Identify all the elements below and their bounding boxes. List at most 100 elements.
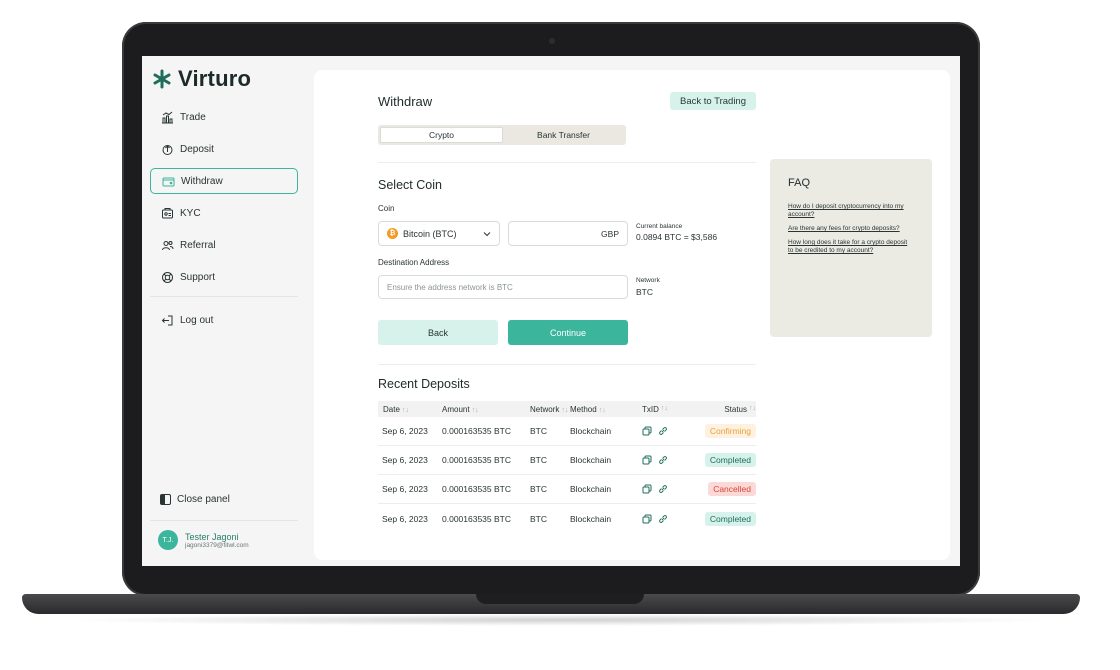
amount-currency: GBP bbox=[601, 228, 619, 239]
link-icon[interactable] bbox=[658, 455, 668, 465]
column-header-network[interactable]: Network ↑↓ bbox=[530, 405, 570, 414]
brand-name: Virturo bbox=[178, 66, 252, 91]
sidebar-item-referral[interactable]: Referral bbox=[150, 232, 298, 258]
withdraw-tabs: Crypto Bank Transfer bbox=[378, 125, 626, 145]
destination-address-input[interactable]: Ensure the address network is BTC bbox=[378, 275, 628, 299]
link-icon[interactable] bbox=[658, 426, 668, 436]
back-to-trading-button[interactable]: Back to Trading bbox=[670, 92, 756, 110]
logout-label: Log out bbox=[180, 314, 214, 326]
sort-icon: ↑↓ bbox=[561, 406, 569, 414]
user-name: Tester Jagoni bbox=[185, 531, 239, 542]
network-value: BTC bbox=[636, 287, 653, 297]
cell-amount: 0.000163535 BTC bbox=[442, 484, 511, 494]
camera-dot bbox=[549, 38, 555, 44]
table-row: Sep 6, 2023 0.000163535 BTC BTC Blockcha… bbox=[378, 446, 756, 475]
column-header-amount[interactable]: Amount ↑↓ bbox=[442, 405, 530, 414]
tab-bank-transfer[interactable]: Bank Transfer bbox=[503, 127, 624, 143]
sort-icon: ↑↓ bbox=[401, 406, 409, 414]
copy-icon[interactable] bbox=[642, 455, 652, 465]
sidebar-item-label: Deposit bbox=[180, 143, 214, 155]
sidebar-nav: Trade Deposit Withdraw KYC Referral Supp… bbox=[150, 104, 298, 339]
faq-panel: FAQ How do I deposit cryptocurrency into… bbox=[770, 159, 932, 337]
status-badge: Confirming bbox=[704, 424, 756, 438]
column-header-status[interactable]: Status ↑↓ bbox=[686, 405, 756, 414]
sort-icon: ↑↓ bbox=[598, 406, 606, 414]
logout-button[interactable]: Log out bbox=[150, 307, 298, 333]
sidebar-item-label: Withdraw bbox=[181, 175, 223, 187]
balance-value: 0.0894 BTC = $3,586 bbox=[636, 232, 718, 242]
cell-network: BTC bbox=[530, 484, 547, 494]
wallet-icon bbox=[161, 174, 175, 188]
close-panel-label: Close panel bbox=[177, 494, 230, 505]
cell-amount: 0.000163535 BTC bbox=[442, 426, 511, 436]
cell-method: Blockchain bbox=[570, 513, 612, 524]
cell-amount: 0.000163535 BTC bbox=[442, 455, 511, 465]
status-badge: Completed bbox=[704, 511, 756, 526]
id-icon bbox=[160, 206, 174, 220]
coin-select[interactable]: ₿ Bitcoin (BTC) bbox=[378, 221, 500, 246]
page-title: Withdraw bbox=[378, 94, 433, 109]
faq-link[interactable]: Are there any fees for crypto deposits? bbox=[788, 225, 914, 233]
network-label: Network bbox=[636, 277, 660, 284]
section-divider bbox=[378, 162, 756, 163]
amount-input[interactable]: GBP bbox=[508, 221, 628, 246]
cell-status: Cancelled bbox=[686, 482, 756, 496]
copy-icon[interactable] bbox=[642, 426, 652, 436]
column-header-method[interactable]: Method ↑↓ bbox=[570, 405, 642, 414]
continue-button[interactable]: Continue bbox=[508, 320, 628, 345]
user-profile[interactable]: T.J. Tester Jagoni jagoni3379@fitwl.com bbox=[158, 530, 249, 550]
chart-icon bbox=[160, 110, 174, 124]
laptop-shadow bbox=[60, 614, 1060, 626]
cell-method: Blockchain bbox=[570, 484, 612, 494]
sidebar-item-label: Support bbox=[180, 271, 216, 283]
faq-link[interactable]: How do I deposit cryptocurrency into my … bbox=[788, 203, 914, 219]
table-header: Date ↑↓ Amount ↑↓ Network ↑↓ Method ↑↓ TxID ↑… bbox=[378, 401, 756, 417]
cell-method: Blockchain bbox=[570, 455, 612, 465]
chevron-down-icon bbox=[483, 231, 491, 236]
user-email: jagoni3379@fitwl.com bbox=[185, 541, 249, 549]
sidebar-item-support[interactable]: Support bbox=[150, 264, 298, 290]
cell-method: Blockchain bbox=[570, 426, 612, 436]
recent-deposits-title: Recent Deposits bbox=[378, 377, 470, 391]
asterisk-logo-icon bbox=[153, 69, 171, 89]
faq-title: FAQ bbox=[788, 177, 811, 189]
sidebar-item-trade[interactable]: Trade bbox=[150, 104, 298, 130]
coin-select-value: Bitcoin (BTC) bbox=[403, 228, 457, 239]
laptop-notch bbox=[476, 594, 644, 604]
link-icon[interactable] bbox=[658, 484, 668, 494]
coin-label: Coin bbox=[378, 204, 395, 213]
cell-date: Sep 6, 2023 bbox=[382, 426, 428, 436]
link-icon[interactable] bbox=[658, 514, 668, 524]
cell-status: Completed bbox=[686, 453, 756, 467]
balance-label: Current balance bbox=[636, 223, 683, 230]
copy-icon[interactable] bbox=[642, 514, 652, 524]
sidebar-divider bbox=[150, 296, 298, 297]
cell-date: Sep 6, 2023 bbox=[382, 513, 428, 524]
logo[interactable]: Virturo bbox=[152, 66, 251, 92]
table-row: Sep 6, 2023 0.000163535 BTC BTC Blockcha… bbox=[378, 417, 756, 446]
tab-crypto[interactable]: Crypto bbox=[380, 127, 503, 143]
app-screen: Virturo Trade Deposit Withdraw KYC Refer… bbox=[142, 56, 960, 566]
sidebar-item-deposit[interactable]: Deposit bbox=[150, 136, 298, 162]
recent-deposits-table: Date ↑↓ Amount ↑↓ Network ↑↓ Method ↑↓ TxID ↑… bbox=[378, 401, 756, 533]
column-header-date[interactable]: Date ↑↓ bbox=[378, 405, 442, 414]
bitcoin-icon: ₿ bbox=[387, 228, 398, 239]
sidebar-item-label: Trade bbox=[180, 111, 206, 123]
deposit-icon bbox=[160, 142, 174, 156]
sidebar: Virturo Trade Deposit Withdraw KYC Refer… bbox=[142, 56, 308, 566]
cell-status: Completed bbox=[686, 511, 756, 526]
sidebar-item-withdraw[interactable]: Withdraw bbox=[150, 168, 298, 194]
faq-link[interactable]: How long does it take for a crypto depos… bbox=[788, 239, 914, 255]
table-row: Sep 6, 2023 0.000163535 BTC BTC Blockcha… bbox=[378, 504, 756, 533]
users-icon bbox=[160, 238, 174, 252]
column-header-txid[interactable]: TxID ↑↓ bbox=[642, 405, 686, 414]
cell-network: BTC bbox=[530, 455, 547, 465]
sidebar-item-kyc[interactable]: KYC bbox=[150, 200, 298, 226]
close-panel-button[interactable]: Close panel bbox=[160, 494, 230, 505]
copy-icon[interactable] bbox=[642, 484, 652, 494]
cell-network: BTC bbox=[530, 426, 547, 436]
cell-txid bbox=[642, 484, 686, 494]
cell-status: Confirming bbox=[686, 424, 756, 438]
back-button[interactable]: Back bbox=[378, 320, 498, 345]
cell-txid bbox=[642, 455, 686, 465]
